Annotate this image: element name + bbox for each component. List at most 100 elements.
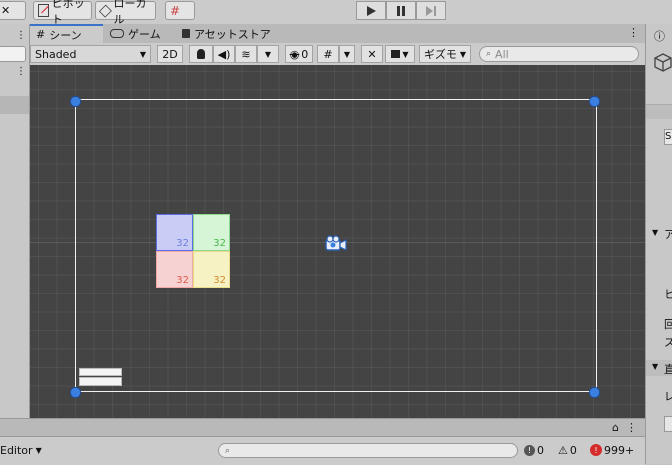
camera-gizmo-icon[interactable] xyxy=(323,235,349,253)
pivot-toggle[interactable]: ピボット xyxy=(33,0,92,26)
scene-view[interactable]: 32 32 32 32 xyxy=(30,65,645,418)
grid-icon: # xyxy=(36,28,46,41)
console-menu-icon[interactable]: ⋮ xyxy=(626,421,637,434)
inspector-field[interactable] xyxy=(664,416,672,432)
inspector-label: ヒ xyxy=(664,288,672,301)
scene-search-placeholder: All xyxy=(495,47,509,61)
hidden-count: 0 xyxy=(301,47,309,61)
inspector-header[interactable] xyxy=(646,104,672,119)
play-button[interactable] xyxy=(356,1,386,20)
tile-label: 32 xyxy=(213,238,226,249)
hierarchy-tab-fragment: ⋮ xyxy=(0,30,29,42)
chevron-down-icon: ▼ xyxy=(459,49,467,59)
info-icon: ⓘ xyxy=(654,30,665,43)
inspector-label: ス xyxy=(664,336,672,349)
lighting-toggle[interactable] xyxy=(189,45,213,63)
sprite-tile[interactable]: 32 xyxy=(193,214,230,251)
audio-toggle[interactable]: ◀) xyxy=(213,45,235,63)
error-filter-toggle[interactable]: ! 999+ xyxy=(590,441,642,459)
tab-game-label: ゲーム xyxy=(128,27,161,41)
hierarchy-selected-row[interactable] xyxy=(0,96,29,114)
info-filter-toggle[interactable]: ! 0 xyxy=(524,441,552,459)
tile-label: 32 xyxy=(213,275,226,286)
hierarchy-more-icon[interactable]: ⋮ xyxy=(16,66,26,77)
camera-dropdown[interactable]: ▼ xyxy=(385,45,415,63)
inspector-label: S xyxy=(665,131,672,142)
chevron-down-icon: ▼ xyxy=(139,49,146,59)
shading-mode-dropdown[interactable]: Shaded ▼ xyxy=(30,45,151,63)
effects-toggle[interactable]: ≋ xyxy=(235,45,257,63)
snap-button[interactable]: # xyxy=(165,1,195,20)
warning-count: 0 xyxy=(569,443,577,457)
grid-toggle[interactable]: # xyxy=(317,45,339,63)
sprite-tile[interactable]: 32 xyxy=(156,251,193,288)
lightbulb-icon xyxy=(197,49,205,59)
sprite-tile[interactable]: 32 xyxy=(193,251,230,288)
tab-menu-icon[interactable]: ⋮ xyxy=(628,26,639,39)
editor-filter-dropdown[interactable]: Editor ▼ xyxy=(0,441,44,459)
tab-scene[interactable]: # シーン xyxy=(30,24,103,43)
error-icon: ! xyxy=(590,444,602,456)
inspector-panel: ⓘ S ▼ ア ヒ 回 ス ▼ 直 レ xyxy=(645,24,672,464)
sprite-grid[interactable]: 32 32 32 32 xyxy=(156,214,230,288)
inspector-label: 回 xyxy=(664,318,672,331)
scene-search-input[interactable]: ⌕ All xyxy=(479,46,639,62)
play-icon xyxy=(366,5,376,16)
grid-snap-icon: # xyxy=(323,47,333,61)
view-tabbar: # シーン ゲーム アセットストア ⋮ xyxy=(30,24,645,44)
effects-dropdown[interactable]: ▼ xyxy=(257,45,279,63)
error-count: 999+ xyxy=(604,443,635,457)
hierarchy-menu-icon[interactable]: ⋮ xyxy=(16,30,26,41)
chevron-down-icon[interactable]: ▼ xyxy=(652,228,658,237)
chevron-down-icon: ▼ xyxy=(343,49,351,59)
search-icon: ⌕ xyxy=(486,49,492,59)
inspector-field[interactable]: S xyxy=(664,129,672,145)
info-count: 0 xyxy=(537,443,544,457)
handle-bottom-right[interactable] xyxy=(589,387,600,398)
tab-game[interactable]: ゲーム xyxy=(104,24,172,43)
chevron-down-icon: ▼ xyxy=(402,49,409,59)
pivot-label: ピボット xyxy=(51,0,85,26)
shading-mode-label: Shaded xyxy=(35,47,77,61)
ui-input-preview xyxy=(79,377,122,386)
lock-icon[interactable]: ⌂ xyxy=(612,421,619,434)
wrench-icon: ✕ xyxy=(367,47,377,61)
step-button[interactable] xyxy=(416,1,446,20)
hierarchy-row[interactable]: ⋮ xyxy=(0,66,29,80)
console-search-input[interactable]: ⌕ xyxy=(218,443,518,458)
mode-2d-label: 2D xyxy=(162,47,178,61)
main-toolbar: ✕ ピボット ローカル # xyxy=(0,0,672,26)
tile-label: 32 xyxy=(176,238,189,249)
eye-slash-icon: ◉ xyxy=(289,47,300,61)
tile-label: 32 xyxy=(176,275,189,286)
handle-bottom-left[interactable] xyxy=(70,387,81,398)
hierarchy-search[interactable] xyxy=(0,46,26,62)
tools-overlay-button[interactable]: ✕ xyxy=(361,45,383,63)
grid-dropdown[interactable]: ▼ xyxy=(339,45,355,63)
speaker-icon: ◀) xyxy=(217,47,231,61)
bag-icon xyxy=(182,29,190,38)
tab-scene-label: シーン xyxy=(49,28,82,42)
tab-asset-store[interactable]: アセットストア xyxy=(176,24,292,43)
warning-filter-toggle[interactable]: ⚠ 0 xyxy=(558,441,586,459)
local-label: ローカル xyxy=(113,0,147,26)
tab-asset-store-label: アセットストア xyxy=(194,27,271,41)
hierarchy-panel: ⋮ ⋮ xyxy=(0,24,30,418)
gizmos-dropdown[interactable]: ギズモ ▼ xyxy=(419,45,471,63)
pause-icon xyxy=(397,5,405,16)
chevron-down-icon: ▼ xyxy=(35,445,42,455)
hidden-objects-toggle[interactable]: ◉ 0 xyxy=(285,45,313,63)
console-toolbar: Editor ▼ ⌕ ! 0 ⚠ 0 ! 999+ xyxy=(0,436,645,465)
sprite-tile[interactable]: 32 xyxy=(156,214,193,251)
mode-2d-toggle[interactable]: 2D xyxy=(157,45,183,63)
handle-top-left[interactable] xyxy=(70,96,81,107)
tools-icon: ✕ xyxy=(1,4,11,17)
gamepad-icon xyxy=(110,29,124,38)
handle-top-right[interactable] xyxy=(589,96,600,107)
tools-button[interactable]: ✕ xyxy=(0,1,26,20)
inspector-section[interactable]: ▼ 直 xyxy=(646,360,672,376)
gizmos-label: ギズモ xyxy=(423,48,457,61)
pause-button[interactable] xyxy=(386,1,416,20)
warning-icon: ⚠ xyxy=(558,443,568,457)
local-toggle[interactable]: ローカル xyxy=(95,0,156,26)
